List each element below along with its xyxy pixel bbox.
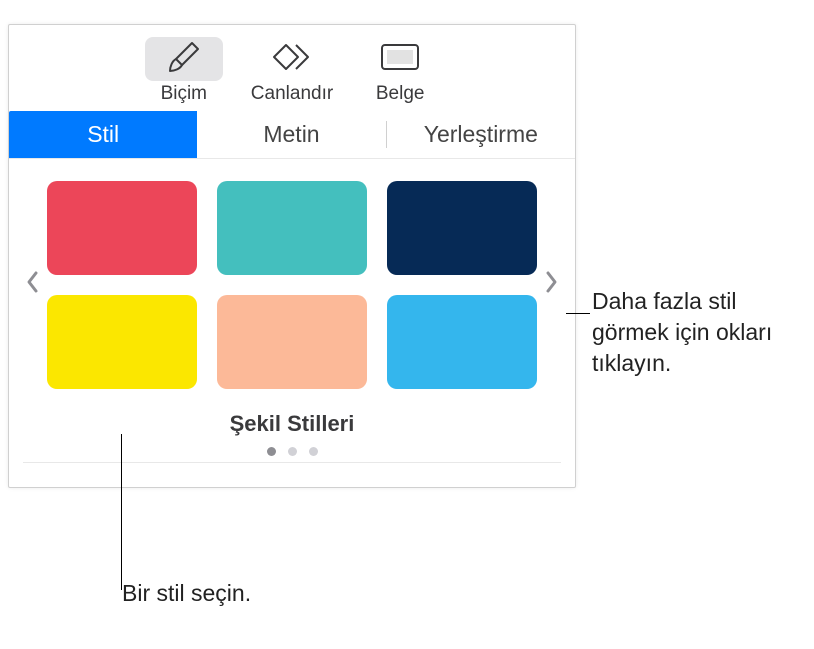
style-swatch-3[interactable]: [387, 181, 537, 275]
callout-choose-style: Bir stil seçin.: [122, 578, 251, 609]
style-swatch-4[interactable]: [47, 295, 197, 389]
document-icon: [379, 42, 421, 77]
format-inspector-panel: Biçim Canlandır: [8, 24, 576, 488]
document-icon-wrap: [361, 37, 439, 81]
format-icon-wrap: [145, 37, 223, 81]
style-swatch-5[interactable]: [217, 295, 367, 389]
styles-page-dots: [9, 447, 575, 456]
styles-grid: [47, 181, 537, 389]
style-swatch-1[interactable]: [47, 181, 197, 275]
document-tab[interactable]: Belge: [361, 37, 439, 105]
tab-style[interactable]: Stil: [9, 111, 197, 158]
page-dot-3[interactable]: [309, 447, 318, 456]
styles-next-arrow[interactable]: [539, 265, 565, 305]
page-dot-1[interactable]: [267, 447, 276, 456]
tab-arrange-label: Yerleştirme: [424, 121, 538, 148]
document-tab-label: Belge: [376, 83, 425, 105]
styles-carousel: [9, 181, 575, 389]
brush-icon: [164, 39, 204, 80]
style-swatch-2[interactable]: [217, 181, 367, 275]
section-divider: [23, 462, 561, 463]
shape-styles-section: Şekil Stilleri: [9, 159, 575, 487]
tab-text-label: Metin: [263, 121, 319, 148]
tab-text[interactable]: Metin: [197, 111, 385, 158]
inspector-toolbar: Biçim Canlandır: [9, 25, 575, 111]
format-subtabs: Stil Metin Yerleştirme: [9, 111, 575, 159]
style-swatch-6[interactable]: [387, 295, 537, 389]
page-dot-2[interactable]: [288, 447, 297, 456]
styles-prev-arrow[interactable]: [19, 265, 45, 305]
chevron-right-icon: [545, 270, 559, 301]
chevron-left-icon: [25, 270, 39, 301]
callout-leader-right: [566, 313, 590, 314]
callout-leader-bottom: [121, 434, 122, 590]
animate-tab-label: Canlandır: [251, 83, 333, 105]
animate-tab[interactable]: Canlandır: [251, 37, 333, 105]
callout-more-styles: Daha fazla stil görmek için okları tıkla…: [592, 286, 802, 379]
tab-style-label: Stil: [87, 121, 119, 148]
format-tab[interactable]: Biçim: [145, 37, 223, 105]
shape-styles-title: Şekil Stilleri: [9, 411, 575, 437]
format-tab-label: Biçim: [161, 83, 207, 105]
tab-arrange[interactable]: Yerleştirme: [387, 111, 575, 158]
animate-icon-wrap: [253, 37, 331, 81]
diamonds-icon: [270, 39, 314, 80]
